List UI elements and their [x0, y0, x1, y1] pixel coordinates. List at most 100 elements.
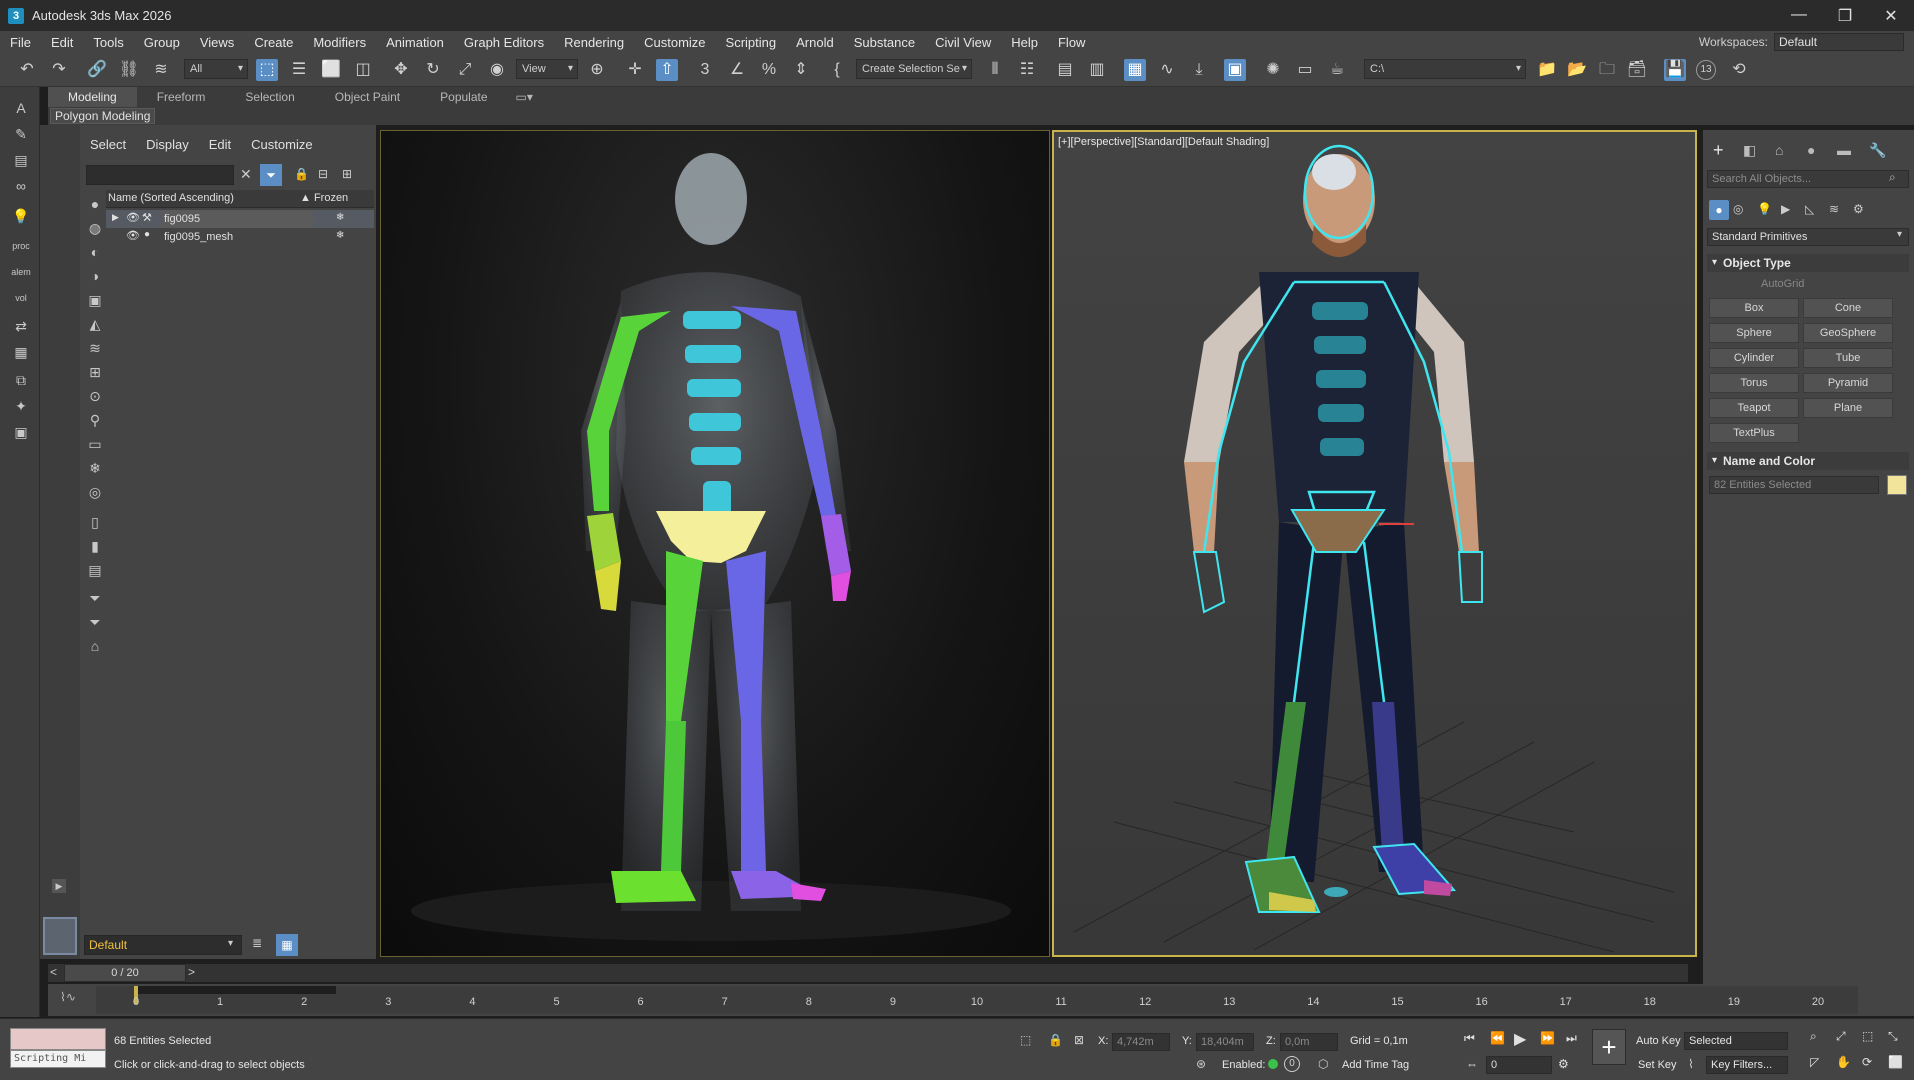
scene-search-input[interactable] [86, 165, 234, 185]
workspace-select[interactable]: Default [1774, 33, 1904, 51]
field-of-view-icon[interactable]: ◸ [1810, 1055, 1819, 1069]
current-frame-field[interactable]: 0 [1486, 1056, 1552, 1074]
sync-selection-icon[interactable]: ⌂ [84, 635, 106, 657]
menu-civil-view[interactable]: Civil View [925, 35, 1001, 50]
display-tab-icon[interactable]: ▬ [1837, 142, 1851, 158]
layer-explorer-icon[interactable]: ▥ [1086, 59, 1108, 81]
tab-modeling[interactable]: Modeling [48, 87, 137, 107]
zoom-icon[interactable]: ⌕ [1810, 1029, 1817, 1044]
help-search-icon[interactable]: ⟲ [1728, 59, 1750, 81]
tab-freeform[interactable]: Freeform [137, 87, 226, 107]
edit-named-selection-icon[interactable]: { [826, 59, 848, 81]
next-frame-icon[interactable]: > [188, 965, 195, 979]
object-name[interactable]: fig0095_mesh [164, 228, 233, 246]
se-menu-select[interactable]: Select [80, 137, 136, 157]
select-manipulate-icon[interactable]: ✛ [624, 59, 646, 81]
display-none-icon[interactable]: ● [84, 193, 106, 215]
primitive-category-dropdown[interactable]: Standard Primitives [1707, 228, 1909, 246]
layer-edit-icon[interactable]: ▤ [10, 149, 32, 171]
box-button[interactable]: Box [1709, 298, 1799, 318]
cylinder-button[interactable]: Cylinder [1709, 348, 1799, 368]
redo-icon[interactable]: ↷ [48, 59, 70, 81]
menu-rendering[interactable]: Rendering [554, 35, 634, 50]
time-slider-thumb[interactable]: 0 / 20 [64, 964, 186, 982]
menu-group[interactable]: Group [134, 35, 190, 50]
menu-arnold[interactable]: Arnold [786, 35, 844, 50]
x-coordinate-field[interactable]: 4,742m [1112, 1033, 1170, 1051]
spacewarps-category-icon[interactable]: ≋ [1829, 202, 1839, 216]
menu-help[interactable]: Help [1001, 35, 1048, 50]
viewport-perspective[interactable]: [+][Perspective][Standard][Default Shadi… [1052, 130, 1697, 957]
sort-by-layer-icon[interactable]: ▦ [276, 934, 298, 956]
lock-icon[interactable]: 🔒 [294, 167, 309, 181]
expand-arrow-icon[interactable]: ▶ [112, 212, 119, 223]
rect-selection-icon[interactable]: ⬜ [320, 59, 342, 81]
unlink-icon[interactable]: ⛓ [118, 59, 140, 81]
save-icon[interactable]: 💾 [1664, 59, 1686, 81]
display-lights-icon[interactable]: ◑ [84, 265, 106, 287]
edit-text-icon[interactable]: ✎ [10, 123, 32, 145]
project-settings-icon[interactable]: 🗃 [1626, 59, 1648, 81]
track-area[interactable]: 0 1 2 3 4 5 6 7 8 9 10 11 12 13 14 15 16 17 18 19 20 [96, 986, 1858, 1014]
key-filters-button[interactable]: Key Filters... [1706, 1056, 1788, 1074]
display-shapes-icon[interactable]: ◐ [84, 241, 106, 263]
time-slider-track[interactable]: < > [48, 964, 1688, 982]
display-helpers-icon[interactable]: ◭ [84, 313, 106, 335]
display-spacewarps-icon[interactable]: ≋ [84, 337, 106, 359]
maxscript-listener-pink[interactable] [10, 1028, 106, 1050]
display-bones-icon[interactable]: ⚲ [84, 409, 106, 431]
geosphere-button[interactable]: GeoSphere [1803, 323, 1893, 343]
expand-panel-icon[interactable]: ▶ [52, 879, 66, 893]
maximize-viewport-icon[interactable]: ⬜ [1888, 1055, 1903, 1069]
search-all-objects-input[interactable]: Search All Objects... [1707, 170, 1909, 188]
ribbon-toggle-icon[interactable]: ▦ [1124, 59, 1146, 81]
menu-graph-editors[interactable]: Graph Editors [454, 35, 554, 50]
play-icon[interactable]: ▶ [1514, 1029, 1526, 1049]
torus-button[interactable]: Torus [1709, 373, 1799, 393]
placement-icon[interactable]: ◉ [486, 59, 508, 81]
percent-snap-icon[interactable]: % [758, 59, 780, 81]
proc-icon[interactable]: proc [10, 235, 32, 257]
layer-stack-icon[interactable]: ≣ [252, 936, 262, 950]
menu-customize[interactable]: Customize [634, 35, 715, 50]
mirror-icon[interactable]: ⫴ [984, 59, 1006, 81]
display-all-icon[interactable]: ▯ [84, 511, 106, 533]
cameras-category-icon[interactable]: ▶ [1781, 202, 1790, 216]
shapes-category-icon[interactable]: ◎ [1733, 202, 1743, 216]
render-setup-icon[interactable]: ✺ [1262, 59, 1284, 81]
frozen-snowflake-icon[interactable]: ❄ [336, 212, 344, 223]
spline-icon[interactable]: ∞ [10, 175, 32, 197]
angle-snap-icon[interactable]: ∠ [726, 59, 748, 81]
link-icon[interactable]: 🔗 [86, 59, 108, 81]
visibility-eye-icon[interactable]: 👁 [126, 211, 140, 224]
enabled-indicator-icon[interactable] [1268, 1059, 1278, 1069]
systems-category-icon[interactable]: ⚙ [1853, 202, 1864, 216]
filter-toggle-icon[interactable]: ⏷ [260, 164, 282, 186]
layer-dropdown-arrow-icon[interactable]: ▾ [228, 938, 233, 949]
time-config-icon[interactable]: ⚙ [1558, 1057, 1569, 1071]
utilities-tab-icon[interactable]: 🔧 [1869, 142, 1886, 159]
curve-editor-mini-icon[interactable]: ⌇∿ [60, 990, 76, 1004]
scale-icon[interactable]: ⤢ [454, 59, 476, 81]
pyramid-button[interactable]: Pyramid [1803, 373, 1893, 393]
display-cameras-icon[interactable]: ▣ [84, 289, 106, 311]
enabled-count-badge[interactable]: 0 [1284, 1056, 1300, 1072]
display-containers-icon[interactable]: ▭ [84, 433, 106, 455]
pivot-icon[interactable]: ⊕ [586, 59, 608, 81]
display-none-toggle-icon[interactable]: ▮ [84, 535, 106, 557]
align-icon[interactable]: ☷ [1016, 59, 1038, 81]
tube-button[interactable]: Tube [1803, 348, 1893, 368]
se-menu-customize[interactable]: Customize [241, 137, 322, 157]
sphere-button[interactable]: Sphere [1709, 323, 1799, 343]
keyboard-shortcut-override-icon[interactable]: ⇧ [656, 59, 678, 81]
window-crossing-icon[interactable]: ◫ [352, 59, 374, 81]
notifications-badge[interactable]: 13 [1696, 60, 1716, 80]
schematic-view-icon[interactable]: ⤓ [1188, 59, 1210, 81]
goto-start-icon[interactable]: ⏮ [1464, 1031, 1475, 1046]
polygon-modeling-panel[interactable]: Polygon Modeling [50, 108, 156, 124]
material-editor-icon[interactable]: ▣ [1224, 59, 1246, 81]
menu-views[interactable]: Views [190, 35, 244, 50]
name-column-header[interactable]: Name (Sorted Ascending) [108, 192, 234, 204]
ribbon-options-icon[interactable]: ▭▾ [508, 87, 541, 107]
orbit-icon[interactable]: ⟳ [1862, 1055, 1872, 1069]
